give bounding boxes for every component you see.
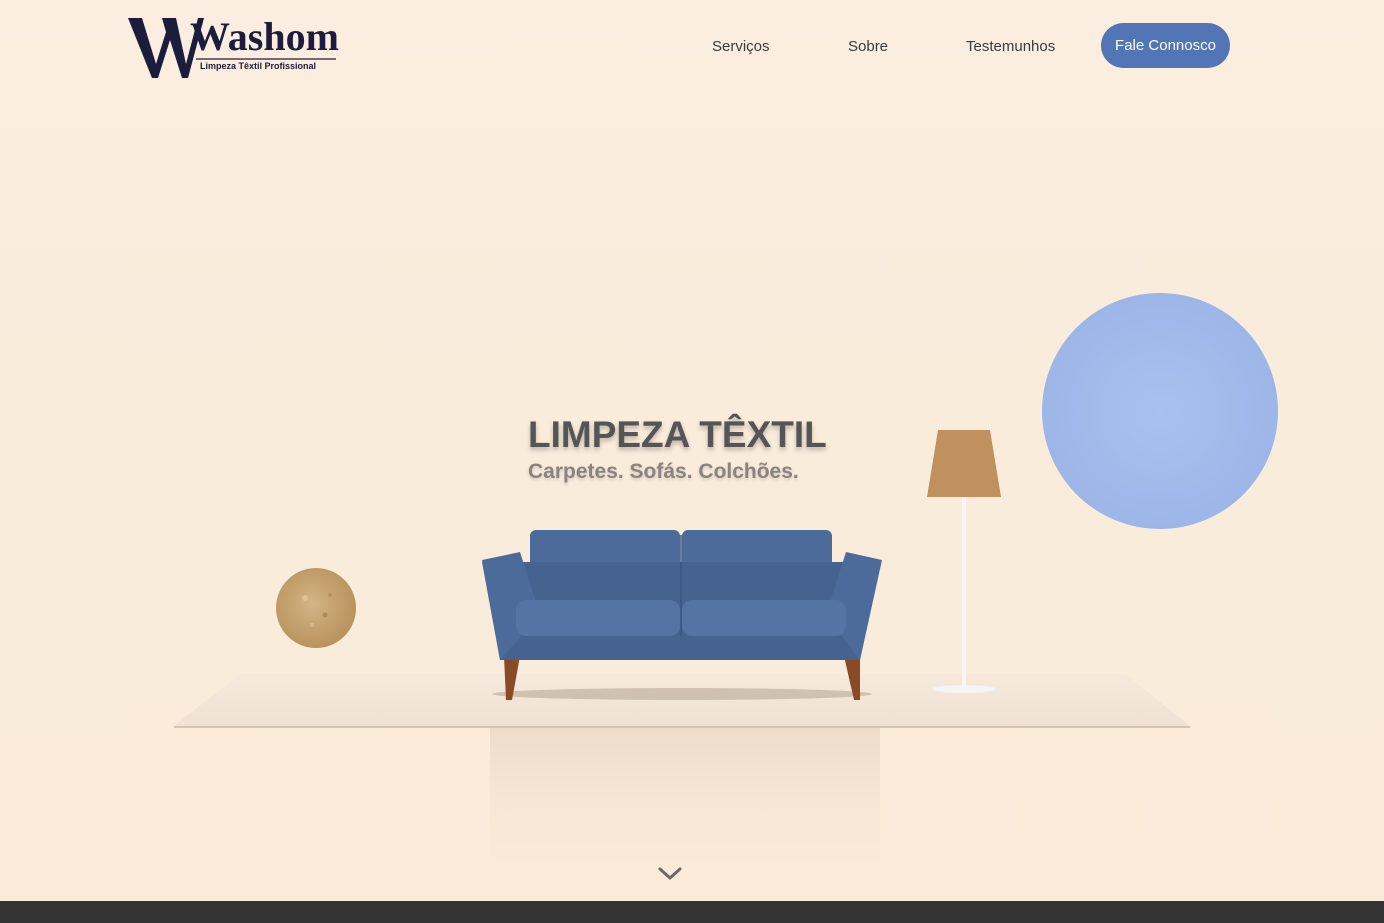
floor-reflection	[490, 728, 880, 898]
logo-graphic: Washome Limpeza Têxtil Profissional	[128, 14, 357, 78]
nav-servicos[interactable]: Serviços	[712, 38, 770, 55]
hero-title: LIMPEZA TÊXTIL	[528, 414, 827, 455]
nav-testemunhos[interactable]: Testemunhos	[966, 38, 1055, 55]
chevron-down-icon[interactable]	[657, 864, 683, 882]
sofa	[482, 530, 882, 700]
logo[interactable]: Washome Limpeza Têxtil Profissional	[128, 14, 357, 82]
footer-bar	[0, 901, 1384, 923]
contact-button[interactable]: Fale Connosco	[1101, 23, 1230, 68]
nav-sobre[interactable]: Sobre	[848, 38, 888, 55]
logo-brand: Washome	[190, 14, 340, 59]
hero-subtitle: Carpetes. Sofás. Colchões.	[528, 460, 799, 483]
floor-lamp	[927, 430, 1001, 693]
logo-tagline: Limpeza Têxtil Profissional	[200, 61, 316, 71]
fabric-sample-circle	[1042, 293, 1278, 529]
rug	[174, 674, 1190, 728]
carpet-sample-circle	[276, 568, 356, 648]
